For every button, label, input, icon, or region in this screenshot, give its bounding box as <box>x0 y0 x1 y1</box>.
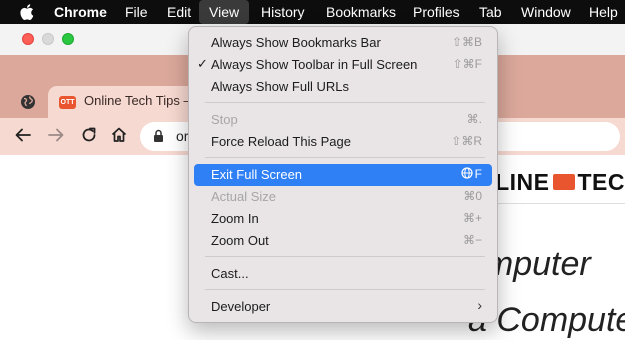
shortcut-key-text: F <box>474 167 482 181</box>
globe-key-icon <box>461 167 473 179</box>
menu-item-shortcut: ⌘− <box>462 233 482 247</box>
menu-item-zoom-out[interactable]: Zoom Out ⌘− <box>194 230 492 252</box>
submenu-chevron-icon: › <box>477 297 482 313</box>
menu-item-label: Zoom Out <box>211 233 269 248</box>
menu-item-shortcut: ⌘+ <box>462 211 482 225</box>
back-arrow-icon[interactable] <box>14 126 32 149</box>
menu-item-stop: Stop ⌘. <box>194 109 492 131</box>
menu-item-always-show-full-urls[interactable]: Always Show Full URLs <box>194 76 492 98</box>
menu-separator <box>205 289 485 290</box>
menu-item-label: Exit Full Screen <box>211 167 303 182</box>
menu-item-shortcut: ⇧⌘F <box>452 57 482 71</box>
checkmark-icon: ✓ <box>197 56 208 71</box>
menu-separator <box>205 256 485 257</box>
tab-title: Online Tech Tips – <box>84 93 191 108</box>
globe-icon[interactable] <box>20 94 36 115</box>
menu-item-actual-size: Actual Size ⌘0 <box>194 186 492 208</box>
laptop-logo-icon <box>552 173 575 190</box>
menu-view[interactable]: View <box>199 0 250 24</box>
menu-item-cast[interactable]: Cast... <box>194 263 492 285</box>
url-text: or <box>176 128 189 144</box>
logo-text-right: TEC <box>577 169 625 195</box>
menu-item-label: Zoom In <box>211 211 259 226</box>
view-menu-dropdown: Always Show Bookmarks Bar ⇧⌘B ✓ Always S… <box>188 26 498 323</box>
menu-item-shortcut: ⌘. <box>466 112 482 126</box>
menu-bookmarks[interactable]: Bookmarks <box>326 0 396 24</box>
close-window-button[interactable] <box>22 33 34 45</box>
site-logo[interactable]: NLINE TEC <box>478 169 625 196</box>
menu-separator <box>205 102 485 103</box>
menu-history[interactable]: History <box>261 0 305 24</box>
tab-online-tech-tips[interactable]: OTT Online Tech Tips – <box>48 86 208 118</box>
minimize-window-button[interactable] <box>42 33 54 45</box>
menu-chrome[interactable]: Chrome <box>54 0 107 24</box>
menu-item-label: Cast... <box>211 266 249 281</box>
menu-file[interactable]: File <box>125 0 148 24</box>
menu-item-developer[interactable]: Developer › <box>194 296 492 318</box>
apple-menu-icon[interactable] <box>20 4 34 23</box>
menu-separator <box>205 157 485 158</box>
menu-item-exit-full-screen[interactable]: Exit Full Screen F <box>194 164 492 186</box>
menu-item-zoom-in[interactable]: Zoom In ⌘+ <box>194 208 492 230</box>
menu-item-label: Actual Size <box>211 189 277 204</box>
reload-icon[interactable] <box>80 126 98 149</box>
ott-favicon-icon: OTT <box>59 96 76 109</box>
fullscreen-window-button[interactable] <box>62 33 74 45</box>
menu-item-label: Always Show Full URLs <box>211 79 349 94</box>
menu-window[interactable]: Window <box>521 0 571 24</box>
forward-arrow-icon[interactable] <box>47 126 65 149</box>
menu-tab[interactable]: Tab <box>479 0 502 24</box>
menu-item-always-show-bookmarks-bar[interactable]: Always Show Bookmarks Bar ⇧⌘B <box>194 32 492 54</box>
home-icon[interactable] <box>110 126 128 149</box>
menu-item-shortcut: ⇧⌘B <box>451 35 482 49</box>
menu-item-shortcut: F <box>461 167 482 181</box>
menu-edit[interactable]: Edit <box>167 0 191 24</box>
menu-profiles[interactable]: Profiles <box>413 0 460 24</box>
menu-item-label: Always Show Bookmarks Bar <box>211 35 381 50</box>
menu-item-shortcut: ⌘0 <box>463 189 482 203</box>
macos-menu-bar: Chrome File Edit View History Bookmarks … <box>0 0 625 24</box>
menu-item-force-reload[interactable]: Force Reload This Page ⇧⌘R <box>194 131 492 153</box>
menu-item-always-show-toolbar-in-full-screen[interactable]: ✓ Always Show Toolbar in Full Screen ⇧⌘F <box>194 54 492 76</box>
lock-icon <box>153 129 164 148</box>
menu-item-label: Developer <box>211 299 271 314</box>
menu-item-label: Stop <box>211 112 238 127</box>
menu-item-shortcut: ⇧⌘R <box>451 134 482 148</box>
menu-item-label: Force Reload This Page <box>211 134 351 149</box>
menu-help[interactable]: Help <box>589 0 618 24</box>
header-divider <box>478 203 625 204</box>
menu-item-label: Always Show Toolbar in Full Screen <box>211 57 418 72</box>
